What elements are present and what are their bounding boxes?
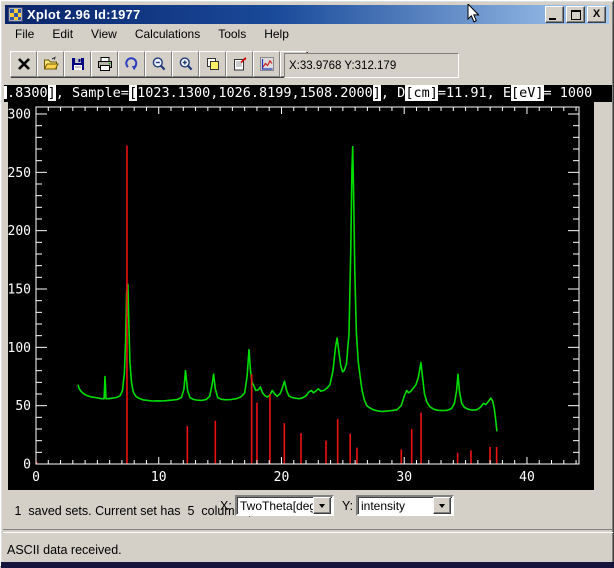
svg-text:0: 0 xyxy=(32,470,40,485)
copy-icon xyxy=(205,56,221,72)
footer-controls: 1 saved sets. Current set has 5 columns,… xyxy=(1,490,614,528)
menu-item-calculations[interactable]: Calculations xyxy=(126,26,209,43)
delete-icon xyxy=(16,56,32,72)
svg-text:50: 50 xyxy=(15,399,31,414)
y-column-value: intensity xyxy=(358,499,433,513)
svg-text:20: 20 xyxy=(274,470,290,485)
x-column-label: X: xyxy=(220,499,232,513)
window: Xplot 2.96 Id:1977 X File Edit View Calc… xyxy=(0,0,614,567)
status-text: ASCII data received. xyxy=(7,543,122,557)
close-icon: X xyxy=(593,9,600,20)
title-bar: Xplot 2.96 Id:1977 X xyxy=(5,5,609,24)
x-column-select[interactable]: TwoTheta[deg] xyxy=(235,495,334,516)
plot-style-button[interactable] xyxy=(253,51,280,77)
menu-item-tools[interactable]: Tools xyxy=(209,26,255,43)
zoom-in-icon xyxy=(178,56,194,72)
menu-item-view[interactable]: View xyxy=(82,26,126,43)
svg-text:150: 150 xyxy=(8,283,31,298)
open-folder-icon xyxy=(43,56,59,72)
x-column-dropdown-button[interactable] xyxy=(313,497,331,514)
svg-text:300: 300 xyxy=(8,108,31,123)
statusbar-separator xyxy=(3,529,613,533)
chevron-down-icon xyxy=(439,504,445,508)
zoom-in-button[interactable] xyxy=(172,51,199,77)
zoom-out-button[interactable] xyxy=(145,51,172,77)
delete-button[interactable] xyxy=(10,51,37,77)
menu-item-edit[interactable]: Edit xyxy=(43,26,82,43)
svg-text:0: 0 xyxy=(23,458,31,473)
bottom-edge xyxy=(1,562,614,568)
properties-icon xyxy=(232,56,248,72)
header-data-line: .8300], Sample=[1023.1300,1026.8199,1508… xyxy=(4,85,612,102)
redo-arrow-icon xyxy=(124,56,140,72)
saved-sets-text: 1 saved sets. Current set has 5 columns, xyxy=(11,504,251,518)
menu-item-help[interactable]: Help xyxy=(255,26,298,43)
menu-bar: File Edit View Calculations Tools Help xyxy=(6,26,608,43)
coordinate-readout: X:33.9768 Y:312.179 xyxy=(284,53,459,78)
save-button[interactable] xyxy=(64,51,91,77)
printer-icon xyxy=(97,56,113,72)
svg-text:10: 10 xyxy=(151,470,167,485)
svg-text:100: 100 xyxy=(8,341,31,356)
status-bar: ASCII data received. xyxy=(3,539,614,561)
print-button[interactable] xyxy=(91,51,118,77)
minimize-icon xyxy=(549,18,556,20)
app-icon xyxy=(8,7,24,23)
window-title: Xplot 2.96 Id:1977 xyxy=(27,7,545,22)
menu-item-file[interactable]: File xyxy=(6,26,43,43)
y-column-dropdown-button[interactable] xyxy=(433,497,451,514)
toolbar xyxy=(10,51,307,77)
coordinate-text: X:33.9768 Y:312.179 xyxy=(289,60,396,72)
svg-text:40: 40 xyxy=(519,470,535,485)
plot-canvas[interactable]: 0 10 20 30 40 0 50 100 150 200 250 300 xyxy=(8,101,594,490)
close-button[interactable]: X xyxy=(587,6,606,23)
chevron-down-icon xyxy=(319,504,325,508)
y-column-select[interactable]: intensity xyxy=(356,495,454,516)
copy-button[interactable] xyxy=(199,51,226,77)
plot-svg[interactable]: 0 10 20 30 40 0 50 100 150 200 250 300 xyxy=(8,101,594,490)
open-button[interactable] xyxy=(37,51,64,77)
svg-text:200: 200 xyxy=(8,224,31,239)
minimize-button[interactable] xyxy=(545,6,564,23)
x-column-value: TwoTheta[deg] xyxy=(237,499,313,513)
redo-button[interactable] xyxy=(118,51,145,77)
save-floppy-icon xyxy=(70,56,86,72)
y-column-label: Y: xyxy=(342,499,353,513)
plot-style-icon xyxy=(259,56,275,72)
svg-text:30: 30 xyxy=(396,470,412,485)
properties-button[interactable] xyxy=(226,51,253,77)
svg-text:250: 250 xyxy=(8,166,31,181)
zoom-out-icon xyxy=(151,56,167,72)
maximize-button[interactable] xyxy=(566,6,585,23)
maximize-icon xyxy=(571,10,581,20)
